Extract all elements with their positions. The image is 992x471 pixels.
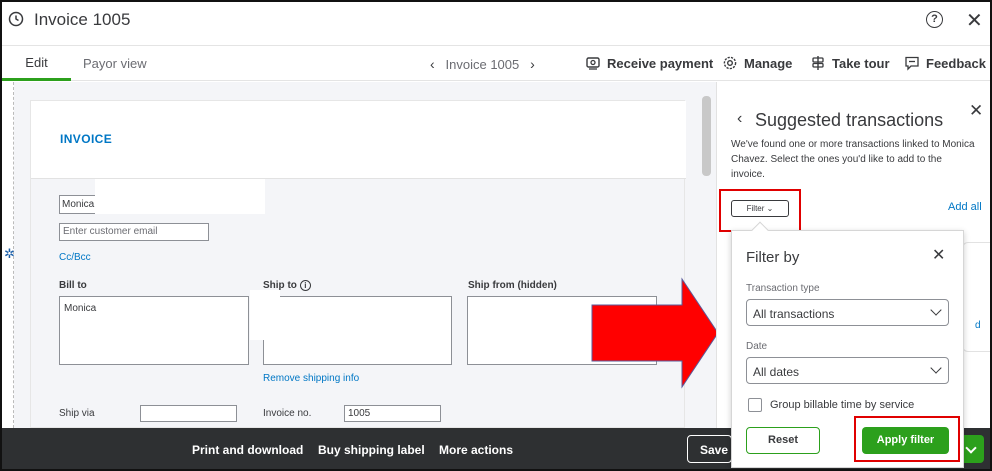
invoice-header: INVOICE bbox=[31, 101, 686, 179]
take-tour-button[interactable]: Take tour bbox=[810, 55, 890, 71]
receive-payment-button[interactable]: Receive payment bbox=[585, 55, 713, 71]
feedback-icon bbox=[905, 56, 919, 71]
bill-to-address[interactable]: Monica bbox=[59, 296, 249, 365]
back-icon[interactable]: ‹ bbox=[737, 110, 742, 128]
gear-icon bbox=[723, 56, 737, 70]
group-billable-label: Group billable time by service bbox=[770, 399, 915, 411]
transaction-card[interactable] bbox=[962, 242, 990, 352]
popover-close-icon[interactable]: ✕ bbox=[932, 245, 945, 265]
close-icon[interactable]: ✕ bbox=[966, 8, 983, 33]
chevron-left-icon[interactable]: ‹ bbox=[430, 56, 435, 72]
invoice-nav-label: Invoice 1005 bbox=[445, 57, 520, 72]
apply-filter-highlight bbox=[854, 416, 960, 462]
bill-to-label: Bill to bbox=[59, 280, 87, 291]
print-download-button[interactable]: Print and download bbox=[192, 443, 303, 457]
date-value: All dates bbox=[753, 365, 800, 379]
invoice-no-label: Invoice no. bbox=[263, 408, 312, 419]
more-actions-button[interactable]: More actions bbox=[439, 443, 513, 457]
popover-title: Filter by bbox=[746, 249, 800, 266]
panel-title: Suggested transactions bbox=[755, 110, 944, 130]
redaction bbox=[95, 179, 265, 214]
page-title: Invoice 1005 bbox=[34, 10, 131, 29]
ship-to-address[interactable] bbox=[263, 296, 452, 365]
transaction-type-value: All transactions bbox=[753, 307, 835, 321]
chevron-down-icon bbox=[930, 362, 942, 374]
left-strip: ✲ bbox=[2, 82, 15, 428]
ship-via-label: Ship via bbox=[59, 408, 95, 419]
transaction-type-label: Transaction type bbox=[746, 283, 820, 294]
panel-description: We've found one or more transactions lin… bbox=[731, 139, 975, 180]
annotation-arrow bbox=[591, 277, 719, 389]
remove-shipping-link[interactable]: Remove shipping info bbox=[263, 373, 359, 384]
info-icon[interactable]: i bbox=[299, 280, 311, 291]
ccbcc-link[interactable]: Cc/Bcc bbox=[59, 252, 91, 263]
tab-edit[interactable]: Edit bbox=[2, 46, 71, 81]
group-billable-checkbox[interactable] bbox=[748, 398, 762, 412]
chevron-right-icon[interactable]: › bbox=[530, 56, 535, 72]
reset-button[interactable]: Reset bbox=[746, 427, 820, 454]
feedback-button[interactable]: Feedback bbox=[904, 55, 986, 71]
signpost-icon bbox=[812, 56, 824, 70]
transaction-type-select[interactable]: All transactions bbox=[746, 299, 949, 326]
assistant-icon[interactable]: ✲ bbox=[4, 246, 15, 262]
invoice-navigator: ‹ Invoice 1005 › bbox=[430, 56, 535, 72]
manage-label: Manage bbox=[744, 55, 793, 71]
history-icon[interactable] bbox=[8, 11, 24, 27]
nav-bar: Edit Payor view ‹ Invoice 1005 › Receive… bbox=[2, 45, 990, 81]
ship-from-label: Ship from (hidden) bbox=[468, 280, 557, 291]
app-window: Invoice 1005 ? ✕ Edit Payor view ‹ Invoi… bbox=[0, 0, 992, 471]
date-label: Date bbox=[746, 341, 768, 352]
tab-payor-view[interactable]: Payor view bbox=[83, 56, 147, 71]
save-button[interactable]: Save bbox=[687, 435, 732, 463]
scrollbar[interactable] bbox=[702, 96, 711, 176]
buy-shipping-label-button[interactable]: Buy shipping label bbox=[318, 443, 425, 457]
title-bar: Invoice 1005 ? ✕ bbox=[2, 2, 990, 42]
date-select[interactable]: All dates bbox=[746, 357, 949, 384]
invoice-heading: INVOICE bbox=[60, 132, 113, 146]
receive-payment-label: Receive payment bbox=[607, 55, 714, 71]
help-icon[interactable]: ? bbox=[926, 11, 943, 28]
email-field[interactable]: Enter customer email bbox=[59, 223, 209, 241]
take-tour-label: Take tour bbox=[832, 55, 890, 71]
manage-button[interactable]: Manage bbox=[722, 55, 792, 71]
redaction-2 bbox=[250, 290, 280, 340]
invoice-no-field[interactable]: 1005 bbox=[344, 405, 441, 422]
receive-payment-icon bbox=[586, 57, 600, 70]
feedback-label: Feedback bbox=[926, 55, 986, 71]
panel-close-icon[interactable]: ✕ bbox=[969, 101, 983, 121]
chevron-down-icon bbox=[930, 304, 942, 316]
transaction-card-link[interactable]: d bbox=[975, 320, 981, 331]
add-all-link[interactable]: Add all bbox=[948, 201, 982, 213]
ship-via-field[interactable] bbox=[140, 405, 237, 422]
